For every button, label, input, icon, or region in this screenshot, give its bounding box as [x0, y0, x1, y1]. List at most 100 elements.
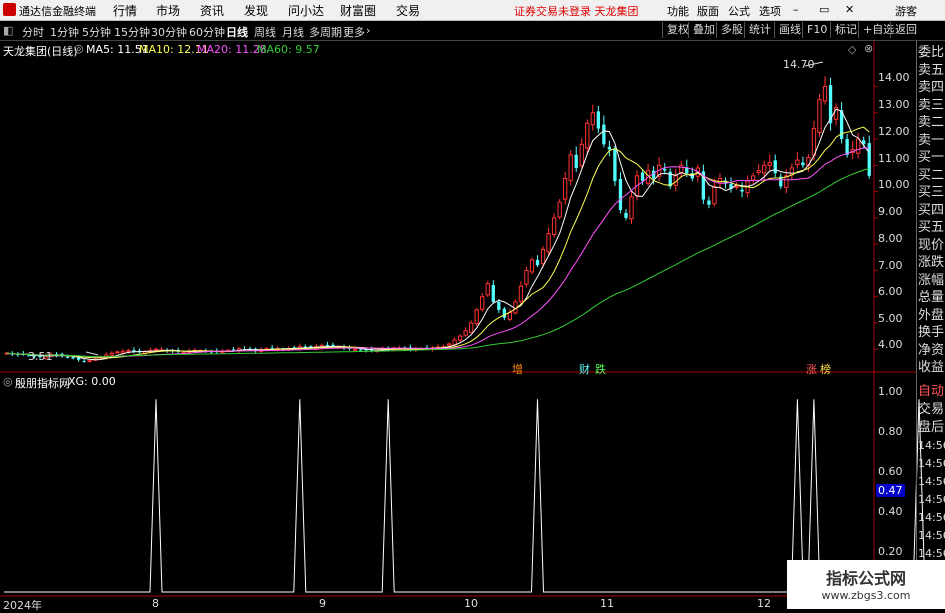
candle-body [126, 350, 131, 353]
side-panel-item: 买五 [918, 220, 945, 235]
x-tick: 8 [152, 597, 159, 610]
candle-body [480, 296, 485, 310]
candle-body [231, 349, 236, 351]
side-panel-item: 卖五 [918, 62, 945, 78]
candle-body [524, 269, 529, 285]
candle-body [624, 212, 628, 218]
candle-body [822, 86, 828, 102]
y-tick-ind: 1.00 [878, 385, 903, 398]
side-panel-item: 卖二 [918, 115, 945, 130]
side-panel-item: 委比 [918, 45, 945, 60]
y-tick: 5.00 [878, 312, 903, 325]
high-price-label: 14.70 [783, 58, 815, 71]
side-panel-tick-item: 自动 [918, 384, 945, 399]
candle-body [679, 164, 684, 174]
candle-body [474, 309, 479, 324]
candle-body [115, 351, 120, 354]
event-marker[interactable]: 榜 [820, 361, 831, 377]
side-panel-item: 买四 [918, 202, 945, 218]
candle-body [507, 311, 513, 320]
candle-body [457, 335, 463, 341]
y-tick: 13.00 [878, 98, 910, 111]
candle-body [789, 167, 794, 176]
candle-body [563, 177, 568, 200]
candle-body [557, 201, 562, 218]
candle-body [707, 200, 711, 205]
side-panel-item: 买一 [918, 150, 945, 165]
candle-body [685, 167, 689, 174]
current-value-badge: 0.47 [876, 484, 905, 497]
side-panel-tick-item: 14:56 [918, 493, 945, 506]
candle-body [546, 233, 551, 253]
side-panel-tick-item: 14:56 [918, 529, 945, 542]
chart-canvas[interactable] [0, 0, 945, 609]
event-marker[interactable]: 跌 [595, 361, 606, 377]
candle-body [817, 99, 822, 133]
ma20-line [6, 147, 870, 358]
ma60-line [6, 168, 870, 358]
side-panel-tick-item: 盘后 [918, 420, 945, 435]
watermark: 指标公式网 www.zbgs3.com [787, 560, 945, 609]
watermark-url: www.zbgs3.com [821, 589, 911, 602]
watermark-title: 指标公式网 [825, 569, 906, 588]
y-tick-ind: 0.40 [878, 505, 903, 518]
candle-body [663, 168, 667, 171]
candle-body [535, 259, 540, 266]
side-panel-tick-item: 14:56 [918, 511, 945, 524]
candle-body [82, 360, 86, 362]
side-panel-tick-item: 14:56 [918, 439, 945, 452]
candle-body [485, 283, 490, 296]
candle-body [497, 301, 501, 310]
candle-body [574, 154, 578, 168]
y-tick: 7.00 [878, 259, 903, 272]
candle-body [640, 172, 645, 182]
candle-body [87, 359, 92, 362]
low-price-label: 3.51 [28, 350, 53, 363]
candle-body [762, 164, 767, 174]
candle-body [109, 352, 114, 356]
candle-body [153, 348, 159, 351]
y-tick-ind: 0.80 [878, 425, 903, 438]
y-tick: 8.00 [878, 232, 903, 245]
diamond-icon[interactable]: ◇ [848, 43, 856, 56]
candle-body [585, 122, 590, 149]
candle-body [773, 160, 777, 174]
candle-body [590, 112, 595, 126]
event-marker[interactable]: 财 [579, 361, 590, 377]
event-marker[interactable]: 增 [512, 361, 523, 377]
candle-body [469, 322, 474, 333]
candle-body [529, 259, 535, 273]
side-panel-item: 现价 [918, 237, 945, 253]
side-panel-tick-item: 14:56 [918, 547, 945, 560]
candle-body [750, 175, 756, 181]
side-panel-item: 卖四 [918, 80, 945, 95]
candle-body [270, 347, 274, 349]
candle-body [712, 185, 717, 205]
ma10-line [6, 126, 870, 359]
candle-body [811, 128, 817, 156]
candle-body [540, 248, 546, 265]
candle-body [65, 356, 70, 358]
indicator-toggle-icon[interactable]: ◎ [3, 375, 13, 388]
side-panel-tick-item: 14:56 [918, 457, 945, 470]
side-panel-item: 买三 [918, 185, 945, 200]
side-panel-item: 收益 [918, 360, 945, 375]
side-panel-item: 总量 [918, 290, 945, 305]
candle-body [607, 146, 612, 150]
x-tick: 9 [319, 597, 326, 610]
event-marker[interactable]: 涨 [806, 361, 817, 377]
close-panel-icon[interactable]: ⊗ [864, 42, 873, 55]
candle-body [463, 330, 468, 336]
low-arrow [86, 351, 99, 356]
candle-body [795, 159, 800, 166]
candle-body [734, 185, 739, 188]
x-tick: 2024年 [3, 599, 42, 612]
candle-body [502, 308, 507, 318]
candle-body [596, 111, 600, 129]
candle-body [446, 343, 452, 346]
candle-body [71, 357, 75, 359]
expand-icon[interactable]: ◎ [74, 42, 84, 55]
indicator-name: 殷朋指标网 [15, 377, 70, 390]
candle-body [756, 170, 761, 174]
candle-body [801, 162, 805, 166]
